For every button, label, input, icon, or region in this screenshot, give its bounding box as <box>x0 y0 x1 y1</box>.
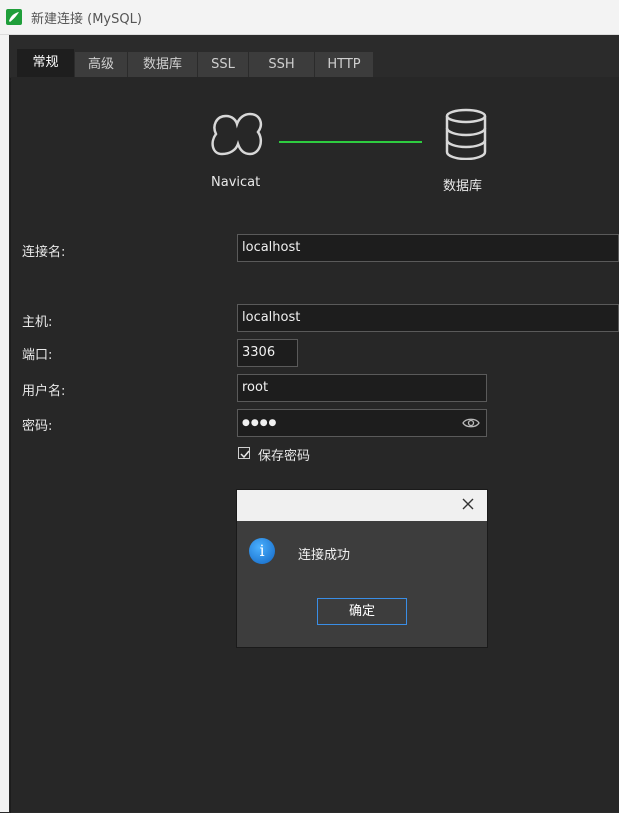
tab-bar: 常规 高级 数据库 SSL SSH HTTP <box>9 35 619 78</box>
panel-divider <box>10 78 11 813</box>
close-icon[interactable] <box>459 495 477 513</box>
password-value: ●●●● <box>242 418 278 428</box>
dialog-message: 连接成功 <box>298 548 351 563</box>
general-panel <box>9 77 619 812</box>
tab-general[interactable]: 常规 <box>17 49 75 77</box>
host-label: 主机: <box>22 315 53 330</box>
tab-http[interactable]: HTTP <box>315 52 374 77</box>
navicat-icon <box>208 110 268 162</box>
tab-ssh[interactable]: SSH <box>249 52 315 77</box>
connection-name-input[interactable]: localhost <box>237 234 619 262</box>
tab-advanced[interactable]: 高级 <box>75 52 128 77</box>
title-bar: 新建连接 (MySQL) <box>0 0 619 35</box>
navicat-label: Navicat <box>211 175 261 190</box>
username-input[interactable]: root <box>237 374 487 402</box>
tab-databases[interactable]: 数据库 <box>128 52 198 77</box>
database-label: 数据库 <box>443 179 483 194</box>
eye-icon[interactable] <box>462 415 480 441</box>
dialog-title-bar <box>237 490 487 521</box>
database-icon <box>444 108 488 164</box>
connection-name-label: 连接名: <box>22 245 66 260</box>
port-label: 端口: <box>22 348 53 363</box>
port-input[interactable]: 3306 <box>237 339 298 367</box>
window-left-edge <box>0 35 9 812</box>
window-title: 新建连接 (MySQL) <box>31 12 142 27</box>
info-icon: i <box>249 538 275 564</box>
password-input[interactable]: ●●●● <box>237 409 487 437</box>
message-dialog: i 连接成功 确定 <box>236 489 488 648</box>
navicat-app-icon <box>6 9 22 25</box>
ok-button[interactable]: 确定 <box>317 598 407 625</box>
host-input[interactable]: localhost <box>237 304 619 332</box>
tab-ssl[interactable]: SSL <box>198 52 249 77</box>
password-label: 密码: <box>22 419 53 434</box>
save-password-label: 保存密码 <box>258 449 311 464</box>
save-password-checkbox[interactable] <box>238 447 250 459</box>
username-label: 用户名: <box>22 384 66 399</box>
connection-line <box>279 141 422 143</box>
